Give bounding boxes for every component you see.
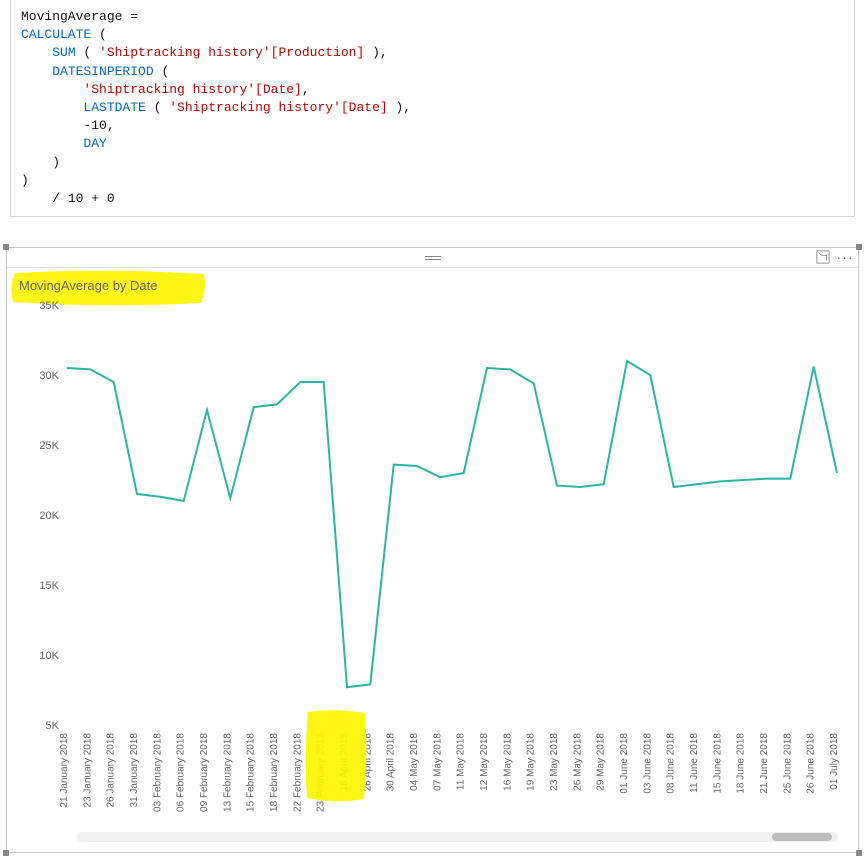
svg-text:23 May 2018: 23 May 2018 (549, 733, 560, 791)
formula-token: DAY (83, 136, 106, 151)
svg-text:15 February 2018: 15 February 2018 (246, 733, 257, 812)
svg-text:06 February 2018: 06 February 2018 (176, 733, 187, 812)
svg-text:19 May 2018: 19 May 2018 (526, 733, 537, 791)
svg-text:15 June 2018: 15 June 2018 (712, 733, 723, 794)
horizontal-scrollbar[interactable] (77, 832, 838, 842)
line-chart-svg: 5K 10K 15K 20K 25K 30K 35K 21 January 2018 23 Ja… (17, 295, 847, 830)
formula-token: LASTDATE (83, 100, 145, 115)
svg-text:16 May 2018: 16 May 2018 (502, 733, 513, 791)
formula-token: ( (154, 64, 170, 79)
svg-text:25 June 2018: 25 June 2018 (782, 733, 793, 794)
svg-text:03 June 2018: 03 June 2018 (642, 733, 653, 794)
formula-token: 'Shiptracking history'[Date] (83, 82, 301, 97)
scrollbar-thumb[interactable] (772, 833, 832, 841)
formula-token: 'Shiptracking history'[Production] (99, 45, 364, 60)
formula-token: ( (76, 45, 99, 60)
drag-grip-icon[interactable] (425, 255, 441, 261)
more-options-icon[interactable]: ··· (838, 250, 852, 264)
svg-text:18 February 2018: 18 February 2018 (269, 733, 280, 812)
svg-text:25K: 25K (39, 440, 59, 452)
svg-text:35K: 35K (39, 300, 59, 312)
svg-text:31 January 2018: 31 January 2018 (129, 733, 140, 808)
formula-token: 'Shiptracking history'[Date] (169, 100, 387, 115)
formula-token: = (122, 9, 145, 24)
svg-text:12 May 2018: 12 May 2018 (479, 733, 490, 791)
svg-text:08 June 2018: 08 June 2018 (666, 733, 677, 794)
svg-text:13 February 2018: 13 February 2018 (222, 733, 233, 812)
svg-text:22 February 2018: 22 February 2018 (292, 733, 303, 812)
svg-text:18 June 2018: 18 June 2018 (736, 733, 747, 794)
svg-text:16 April 2018: 16 April 2018 (339, 733, 350, 792)
svg-text:11 June 2018: 11 June 2018 (689, 733, 700, 793)
svg-text:5K: 5K (46, 720, 60, 732)
svg-text:04 May 2018: 04 May 2018 (409, 733, 420, 791)
svg-text:09 February 2018: 09 February 2018 (199, 733, 210, 812)
svg-text:29 May 2018: 29 May 2018 (596, 733, 607, 791)
focus-mode-icon[interactable] (816, 250, 830, 264)
formula-token: ( (146, 100, 169, 115)
svg-text:01 June 2018: 01 June 2018 (619, 733, 630, 794)
svg-text:26 June 2018: 26 June 2018 (806, 733, 817, 794)
formula-token: ) (21, 173, 29, 188)
svg-text:21 January 2018: 21 January 2018 (59, 733, 70, 808)
svg-text:07 May 2018: 07 May 2018 (432, 733, 443, 791)
formula-token: ) (52, 155, 60, 170)
svg-text:23 February 2018: 23 February 2018 (316, 733, 327, 812)
chart-plot-area[interactable]: 5K 10K 15K 20K 25K 30K 35K 21 January 2018 23 Ja… (17, 295, 848, 830)
visual-body: MovingAverage by Date 5K 10K 15K 20K 25K 30K 3… (7, 268, 858, 852)
formula-token: SUM (52, 45, 75, 60)
formula-token: MovingAverage (21, 9, 122, 24)
visual-header-actions: ··· (816, 250, 852, 264)
svg-text:10K: 10K (39, 650, 59, 662)
formula-token: ( (91, 27, 107, 42)
svg-text:30K: 30K (39, 370, 59, 382)
formula-token: -10, (83, 118, 114, 133)
svg-text:20K: 20K (39, 510, 59, 522)
svg-text:26 January 2018: 26 January 2018 (106, 733, 117, 808)
svg-text:01 July 2018: 01 July 2018 (829, 733, 840, 790)
svg-text:26 April 2018: 26 April 2018 (362, 733, 373, 792)
svg-text:26 May 2018: 26 May 2018 (572, 733, 583, 791)
svg-text:30 April 2018: 30 April 2018 (386, 733, 397, 792)
formula-token: ), (364, 45, 387, 60)
formula-token: / 10 + 0 (52, 191, 114, 206)
chart-title: MovingAverage by Date (17, 274, 848, 295)
chart-visual-container[interactable]: ··· MovingAverage by Date 5K 10K 15K 20K 25K… (6, 247, 859, 853)
visual-header: ··· (7, 248, 858, 268)
svg-text:03 February 2018: 03 February 2018 (152, 733, 163, 812)
formula-token: CALCULATE (21, 27, 91, 42)
formula-token: , (302, 82, 310, 97)
svg-text:21 June 2018: 21 June 2018 (759, 733, 770, 794)
svg-text:11 May 2018: 11 May 2018 (456, 733, 467, 791)
formula-token: ), (388, 100, 411, 115)
svg-text:23 January 2018: 23 January 2018 (82, 733, 93, 808)
formula-token: DATESINPERIOD (52, 64, 153, 79)
svg-text:15K: 15K (39, 580, 59, 592)
dax-formula-editor[interactable]: MovingAverage = CALCULATE ( SUM ( 'Shipt… (10, 0, 855, 217)
